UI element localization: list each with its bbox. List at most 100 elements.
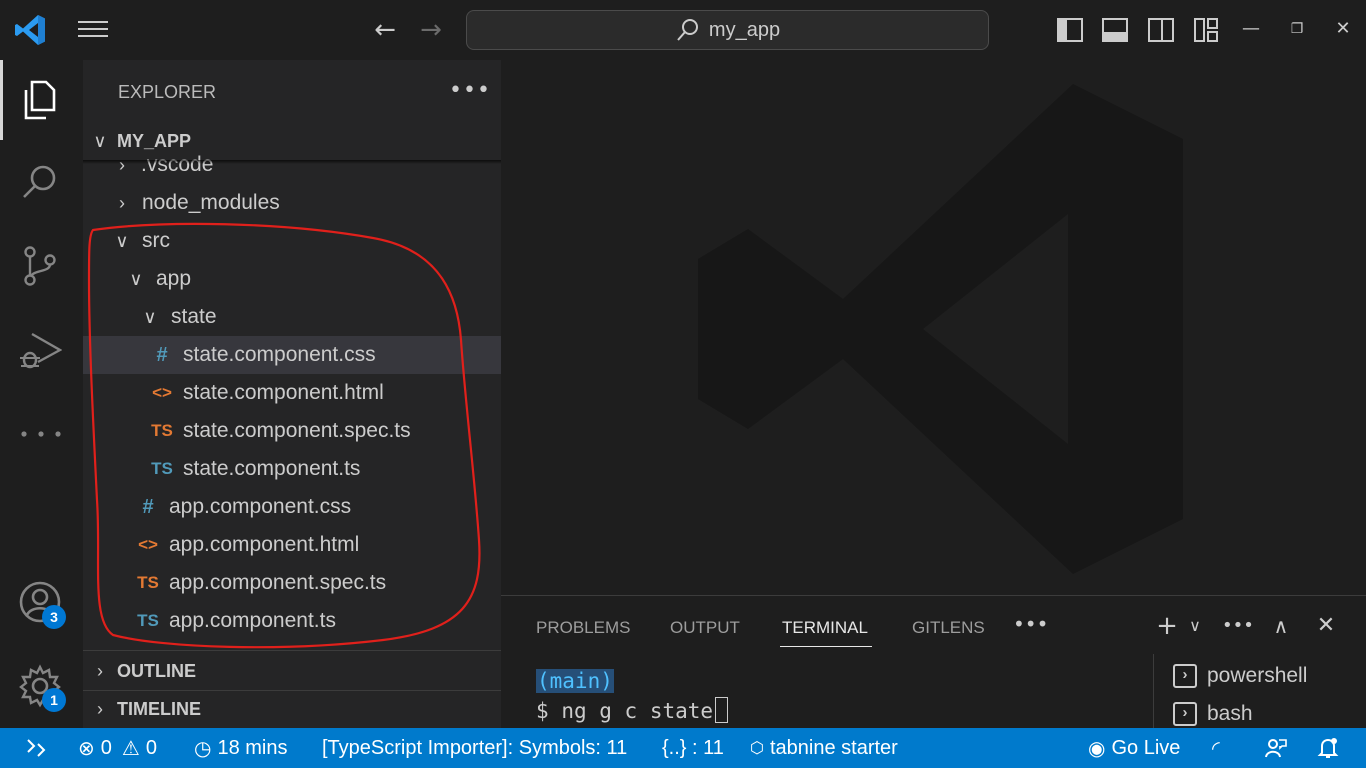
explorer-title: EXPLORER — [118, 82, 217, 102]
bell-icon — [1317, 738, 1339, 758]
tabnine-icon: ⬡ — [750, 740, 764, 757]
prompt: $ — [536, 699, 549, 723]
toggle-panel-icon[interactable] — [1101, 16, 1129, 44]
broadcast-icon: ◉ — [1088, 737, 1106, 760]
editor-area — [501, 60, 1366, 595]
chevron-right-icon: › — [97, 660, 103, 681]
terminal-icon: › — [1173, 702, 1197, 726]
vscode-logo-icon — [15, 15, 45, 45]
history-icon: ◷ — [194, 737, 212, 760]
tab-problems[interactable]: PROBLEMS — [536, 618, 630, 638]
chevron-right-icon: › — [119, 192, 125, 213]
chevron-right-icon: › — [97, 698, 103, 719]
command-center-label: my_app — [708, 18, 781, 41]
layout-controls — [1056, 16, 1226, 44]
title-bar: ← → my_app — ❐ ✕ — [0, 0, 1366, 60]
go-live-text: Go Live — [1111, 736, 1181, 759]
close-panel-icon[interactable]: ✕ — [1312, 612, 1340, 640]
toggle-secondary-sidebar-icon[interactable] — [1147, 16, 1175, 44]
outline-section-header[interactable]: › OUTLINE — [83, 652, 501, 690]
notifications-button[interactable] — [1316, 736, 1340, 760]
command-center-search[interactable]: my_app — [466, 10, 989, 50]
remote-icon — [27, 739, 46, 757]
tab-gitlens[interactable]: GITLENS — [912, 618, 985, 638]
back-icon[interactable]: ← — [371, 16, 399, 44]
activity-run-debug[interactable] — [0, 310, 83, 390]
bottom-panel: PROBLEMS OUTPUT TERMINAL GITLENS ••• + ∨… — [501, 595, 1366, 729]
tree-item-label: node_modules — [142, 191, 280, 214]
outline-label: OUTLINE — [117, 660, 196, 681]
toggle-primary-sidebar-icon[interactable] — [1056, 16, 1084, 44]
terminal-command: ng g c state — [561, 699, 714, 723]
manage-badge: 1 — [42, 688, 66, 712]
red-annotation-circle — [87, 222, 481, 649]
minimize-icon[interactable]: — — [1240, 18, 1262, 40]
braces-text: {..} : 11 — [662, 736, 724, 759]
customize-layout-icon[interactable] — [1192, 16, 1220, 44]
activity-explorer[interactable] — [0, 60, 83, 140]
accounts-badge: 3 — [42, 605, 66, 629]
status-bar: ⊗ 0 ⚠ 0 ◷ 18 mins [TypeScript Importer]:… — [0, 728, 1366, 768]
source-control-icon — [24, 246, 56, 286]
terminal-list: › powershell › bash — [1153, 654, 1366, 729]
activity-more[interactable] — [0, 394, 83, 474]
terminal-name: powershell — [1207, 664, 1308, 687]
loading-icon: ◜ — [1212, 737, 1220, 760]
remote-indicator[interactable] — [24, 736, 48, 760]
warning-count: 0 — [145, 736, 157, 759]
ts-importer-status[interactable]: [TypeScript Importer]: Symbols: 11 — [322, 736, 627, 760]
terminal-item-bash[interactable]: › bash — [1173, 700, 1253, 728]
activity-search[interactable] — [0, 142, 83, 222]
forward-icon[interactable]: → — [417, 16, 445, 44]
activity-source-control[interactable] — [0, 226, 83, 306]
terminal-output[interactable]: (main) $ ng g c state — [536, 666, 729, 726]
timeline-section-header[interactable]: › TIMELINE — [83, 690, 501, 728]
go-live-button[interactable]: ◉ Go Live — [1088, 736, 1180, 760]
problems-indicator[interactable]: ⊗ 0 ⚠ 0 — [78, 736, 157, 760]
error-count: 0 — [100, 736, 112, 759]
warning-icon: ⚠ — [121, 737, 140, 760]
ts-importer-text: [TypeScript Importer]: Symbols: 11 — [322, 736, 628, 759]
tab-terminal[interactable]: TERMINAL — [780, 618, 872, 647]
explorer-icon — [24, 80, 56, 120]
tabnine-status[interactable]: ⬡ tabnine starter — [750, 736, 898, 760]
braces-status[interactable]: {..} : 11 — [662, 736, 724, 760]
more-icon — [21, 431, 61, 437]
feedback-button[interactable] — [1264, 736, 1288, 760]
time-text: 18 mins — [217, 736, 288, 759]
vscode-watermark-icon — [698, 84, 1183, 574]
tree-folder-vscode[interactable]: › .vscode — [83, 148, 501, 182]
timeline-label: TIMELINE — [117, 698, 201, 719]
new-terminal-icon[interactable]: + — [1153, 612, 1181, 640]
feedback-icon — [1265, 739, 1287, 758]
menu-icon[interactable] — [76, 16, 110, 44]
section-divider — [83, 650, 501, 651]
sync-status[interactable]: ◜ — [1212, 736, 1220, 760]
tree-folder-node-modules[interactable]: › node_modules — [83, 184, 501, 222]
chevron-down-icon[interactable]: ∨ — [1181, 612, 1209, 640]
tab-output[interactable]: OUTPUT — [670, 618, 740, 638]
activity-accounts[interactable]: 3 — [0, 562, 83, 642]
scroll-shadow — [83, 160, 501, 164]
maximize-panel-icon[interactable]: ∧ — [1267, 612, 1295, 640]
run-debug-icon — [20, 332, 62, 369]
panel-more-icon[interactable]: ••• — [1013, 612, 1048, 636]
tabnine-text: tabnine starter — [769, 736, 898, 759]
time-tracker[interactable]: ◷ 18 mins — [194, 736, 287, 760]
terminal-name: bash — [1207, 702, 1253, 725]
close-window-icon[interactable]: ✕ — [1332, 18, 1354, 40]
search-icon — [23, 165, 56, 198]
terminal-icon: › — [1173, 664, 1197, 688]
restore-icon[interactable]: ❐ — [1286, 18, 1308, 40]
tree-item-label: .vscode — [141, 153, 214, 176]
git-branch: (main) — [536, 669, 614, 693]
terminal-item-powershell[interactable]: › powershell — [1173, 662, 1307, 690]
error-icon: ⊗ — [78, 737, 95, 760]
terminal-cursor — [715, 697, 729, 723]
activity-manage[interactable]: 1 — [0, 646, 83, 726]
terminal-more-icon[interactable]: ••• — [1222, 612, 1254, 640]
activity-bar: 3 1 — [0, 60, 83, 728]
chevron-right-icon: › — [119, 154, 125, 175]
explorer-more-icon[interactable]: ••• — [449, 78, 491, 103]
search-icon — [677, 19, 698, 41]
